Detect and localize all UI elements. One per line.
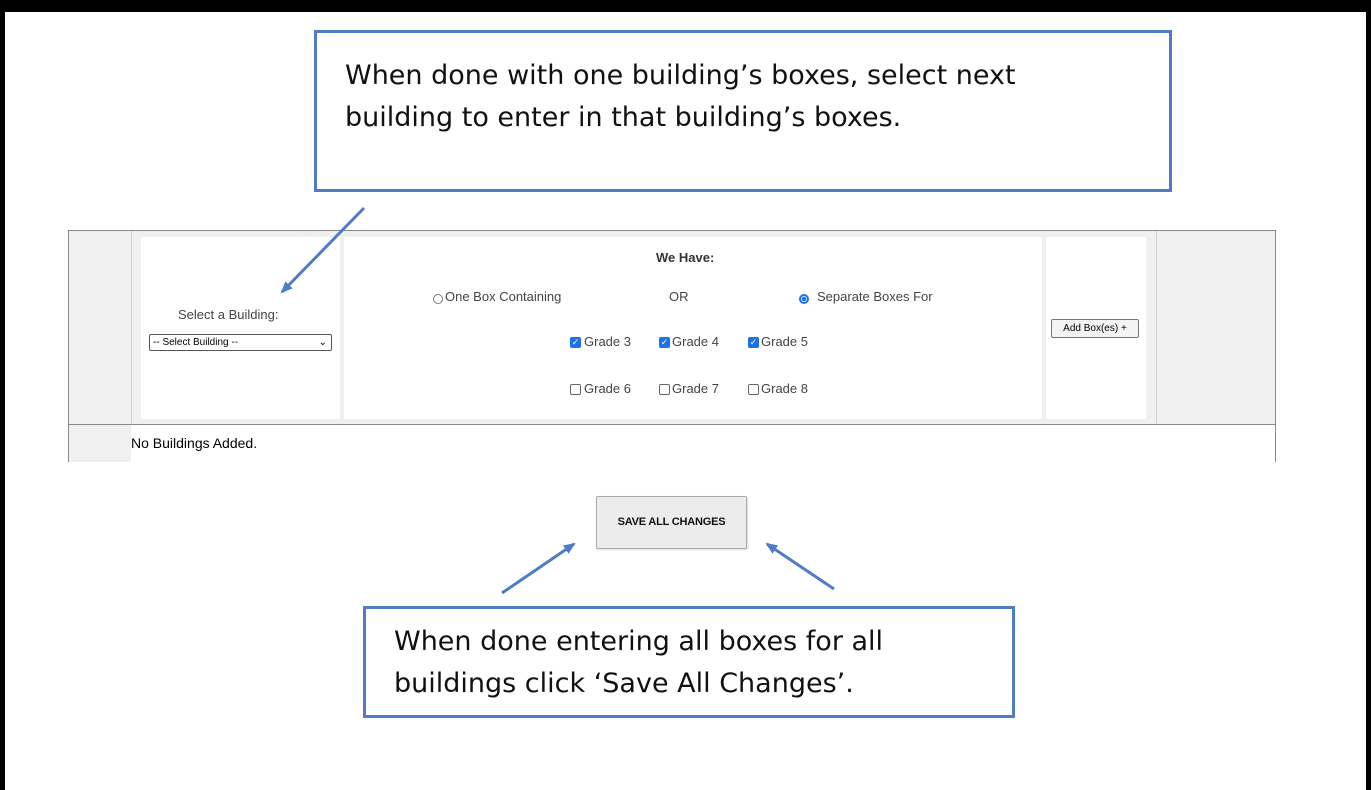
annotation-arrows [280,206,835,595]
arrow-to-building-select [280,206,366,294]
arrow-to-save-right [765,542,835,591]
arrow-to-save-left [501,542,576,595]
